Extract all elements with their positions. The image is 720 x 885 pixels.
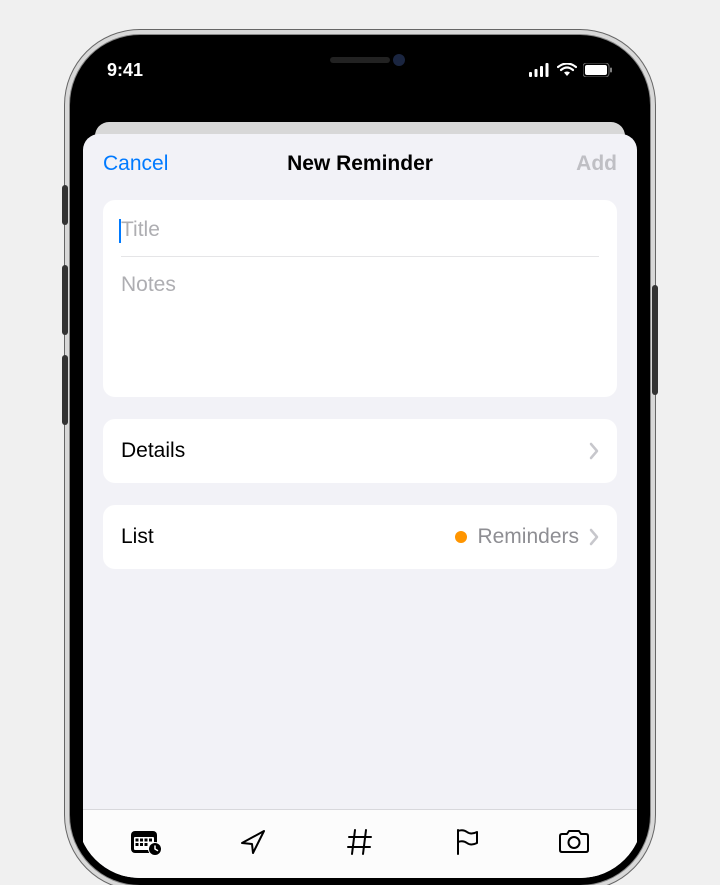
text-cursor: [119, 219, 121, 243]
sheet-header: Cancel New Reminder Add: [83, 134, 637, 190]
notes-placeholder: Notes: [121, 273, 176, 296]
list-label: List: [121, 525, 154, 549]
add-button[interactable]: Add: [537, 152, 617, 176]
camera-icon: [557, 828, 591, 856]
power-button: [652, 285, 658, 395]
sheet-title: New Reminder: [287, 152, 433, 176]
details-row[interactable]: Details: [103, 419, 617, 483]
cellular-signal-icon: [529, 63, 551, 77]
status-time: 9:41: [107, 60, 143, 81]
notch: [250, 42, 470, 78]
title-input[interactable]: Title: [121, 200, 599, 257]
calendar-time-button[interactable]: [126, 824, 166, 860]
location-button[interactable]: [233, 824, 273, 860]
cancel-button[interactable]: Cancel: [103, 152, 183, 176]
input-card: Title Notes: [103, 200, 617, 397]
new-reminder-sheet: Cancel New Reminder Add Title Notes: [83, 134, 637, 878]
flag-icon: [453, 827, 481, 857]
phone-frame: 9:41: [70, 35, 650, 885]
tag-button[interactable]: [340, 824, 380, 860]
calendar-clock-icon: [129, 827, 163, 857]
chevron-right-icon: [589, 528, 599, 546]
list-value: Reminders: [477, 525, 579, 549]
front-camera: [393, 54, 405, 66]
quick-toolbar: [83, 809, 637, 878]
speaker: [330, 57, 390, 63]
wifi-icon: [557, 63, 577, 77]
volume-down-button: [62, 355, 68, 425]
flag-button[interactable]: [447, 824, 487, 860]
details-label: Details: [121, 439, 185, 463]
hashtag-icon: [346, 827, 374, 857]
mute-switch: [62, 185, 68, 225]
camera-button[interactable]: [554, 824, 594, 860]
battery-icon: [583, 63, 613, 77]
notes-input[interactable]: Notes: [121, 257, 599, 397]
sheet-content: Title Notes Details: [83, 190, 637, 809]
volume-up-button: [62, 265, 68, 335]
title-placeholder: Title: [121, 218, 160, 241]
location-arrow-icon: [238, 827, 268, 857]
list-color-dot: [455, 531, 467, 543]
phone-screen: 9:41: [77, 42, 643, 878]
list-row[interactable]: List Reminders: [103, 505, 617, 569]
chevron-right-icon: [589, 442, 599, 460]
